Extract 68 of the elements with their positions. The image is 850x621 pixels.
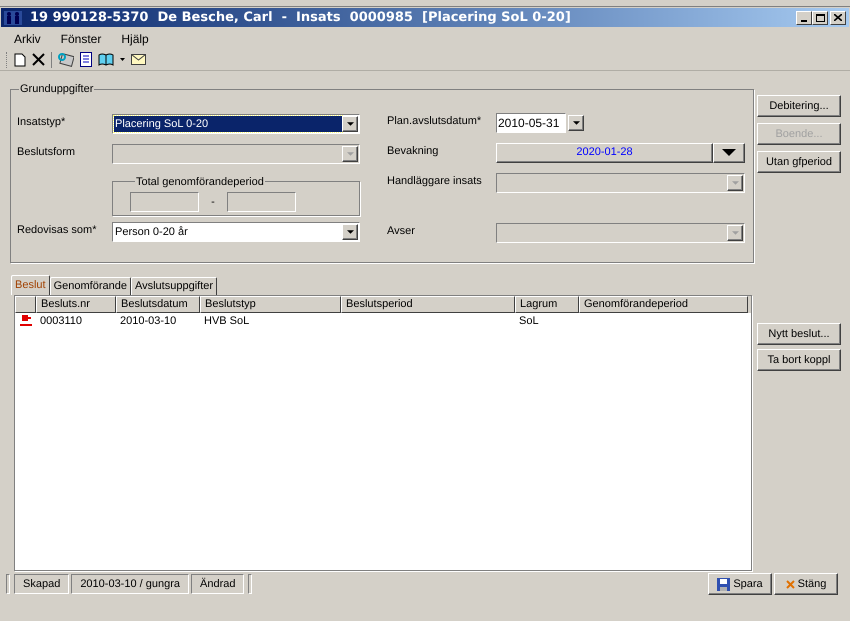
maximize-button[interactable] <box>812 10 828 24</box>
date-separator: - <box>210 195 216 210</box>
footer-button[interactable]: Spara <box>708 573 772 595</box>
tab[interactable]: Genomförande <box>50 277 131 295</box>
close-icon <box>834 14 842 21</box>
table-cell: 2010-03-10 <box>120 314 176 327</box>
table-button[interactable]: Ta bort koppl <box>757 349 841 371</box>
minimize-button[interactable] <box>796 10 812 24</box>
status-field: 2010-03-10 / gungra <box>71 574 189 594</box>
close-button[interactable] <box>830 10 846 24</box>
side-button[interactable]: Debitering... <box>757 95 841 117</box>
caret-down-icon <box>732 180 738 184</box>
field-label: Avser <box>387 224 416 238</box>
column-header[interactable]: Lagrum <box>515 296 579 313</box>
dropdown-button[interactable] <box>713 142 745 162</box>
end-date-field[interactable] <box>227 192 296 212</box>
group-title: Total genomförandeperiod <box>135 174 265 190</box>
tab[interactable]: Avslutsuppgifter <box>130 277 218 295</box>
status-field: Ändrad <box>191 574 244 594</box>
caret-down-icon <box>346 122 354 126</box>
people-icon <box>4 10 22 24</box>
window-title: 19 990128-5370 De Besche, Carl - Insats 0000985 [Placering SoL 0-20] <box>30 8 571 27</box>
dropdown-button[interactable] <box>342 224 358 240</box>
gavel-icon <box>20 315 32 327</box>
date-field[interactable]: 2010-05-31 <box>496 112 566 132</box>
column-header[interactable]: Beslutsperiod <box>341 296 515 313</box>
book-icon[interactable] <box>98 53 114 66</box>
tab[interactable]: Beslut <box>11 275 50 295</box>
document-icon[interactable] <box>80 52 92 67</box>
side-button[interactable]: Utan gfperiod <box>757 151 841 173</box>
delete-icon[interactable] <box>32 53 45 66</box>
save-icon <box>717 578 730 590</box>
dropdown[interactable]: Person 0-20 år <box>112 222 360 242</box>
column-header[interactable]: Beslutstyp <box>200 296 341 313</box>
menu-item[interactable]: Hjälp <box>121 30 149 48</box>
status-field: Skapad <box>14 574 70 594</box>
column-header[interactable]: Besluts.nr <box>36 296 116 313</box>
dropdown-button[interactable] <box>342 116 358 132</box>
column-header[interactable]: Beslutsdatum <box>116 296 200 313</box>
new-document-icon[interactable] <box>14 52 26 66</box>
table-cell: 0003110 <box>40 314 82 327</box>
table-button[interactable]: Nytt beslut... <box>757 323 841 345</box>
field-label: Handläggare insats <box>387 174 483 188</box>
group-title: Grunduppgifter <box>19 82 94 97</box>
table-cell: HVB SoL <box>204 314 250 327</box>
dropdown-caret-icon[interactable] <box>120 58 125 61</box>
close-icon <box>786 580 795 588</box>
field-label: Beslutsform <box>17 144 76 160</box>
table-cell: SoL <box>519 314 539 327</box>
caret-down-icon <box>732 230 738 234</box>
field-label: Insatstyp* <box>17 114 66 130</box>
date-button[interactable]: 2020-01-28 <box>496 142 713 162</box>
menu-item[interactable]: Arkiv <box>14 30 41 48</box>
dropdown[interactable]: Placering SoL 0-20 <box>112 114 360 134</box>
field-label: Plan.avslutsdatum* <box>387 114 482 128</box>
caret-down-icon <box>722 149 736 156</box>
tool-icon[interactable] <box>58 52 74 67</box>
column-header[interactable]: Genomförandeperiod <box>579 296 748 313</box>
footer-button[interactable]: Stäng <box>774 573 838 595</box>
start-date-field[interactable] <box>130 192 199 212</box>
envelope-icon[interactable] <box>131 54 146 65</box>
caret-down-icon <box>346 152 354 156</box>
field-label: Bevakning <box>387 144 440 158</box>
menu-item[interactable]: Fönster <box>60 30 102 48</box>
caret-down-icon <box>572 120 580 124</box>
field-label: Redovisas som* <box>17 222 98 238</box>
caret-down-icon <box>346 230 354 234</box>
dropdown-button[interactable] <box>568 114 584 130</box>
